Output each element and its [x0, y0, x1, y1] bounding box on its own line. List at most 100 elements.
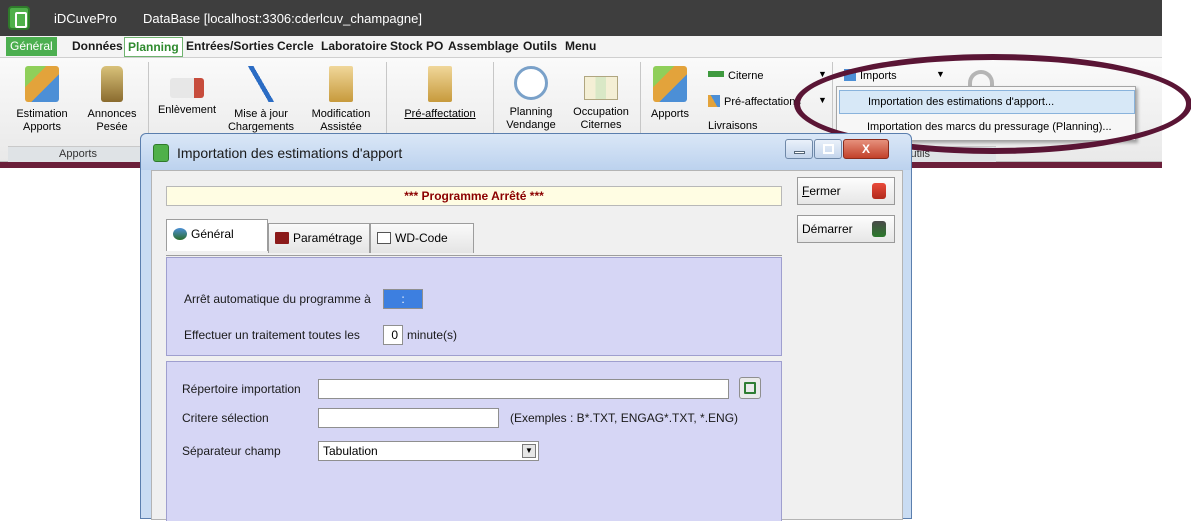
demarrer-label: Démarrer	[802, 222, 853, 236]
dialog-title: Importation des estimations d'apport	[177, 145, 403, 161]
occupation-citernes-label: Occupation Citernes	[573, 106, 629, 131]
menu-entrees-sorties[interactable]: Entrées/Sorties	[186, 39, 274, 53]
annonces-pesee-button[interactable]: Annonces Pesée	[77, 66, 147, 134]
tab-parametrage-label: Paramétrage	[293, 231, 363, 245]
separateur-label: Séparateur champ	[182, 444, 281, 458]
traffic-light-icon	[872, 221, 886, 237]
browse-folder-button[interactable]	[739, 377, 761, 399]
planning-vendange-button[interactable]: Planning Vendange	[496, 66, 566, 132]
mise-a-jour-button[interactable]: Mise à jour Chargements	[226, 66, 296, 134]
film-icon	[275, 232, 289, 244]
traitement-minutes-input[interactable]: 0	[383, 325, 403, 345]
modification-assistee-button[interactable]: Modification Assistée	[306, 66, 376, 134]
pencil-icon	[708, 95, 720, 107]
pen-icon	[244, 66, 278, 102]
arret-label: Arrêt automatique du programme à	[184, 292, 371, 306]
pre-affectations-label: Pré-affectations	[724, 96, 801, 108]
ribbon-separator	[148, 62, 149, 142]
estimation-apports-label: Estimation Apports	[16, 108, 68, 133]
close-icon: X	[861, 142, 870, 156]
apports-button[interactable]: Apports	[640, 66, 700, 121]
folder-tree-icon	[744, 382, 756, 394]
separateur-value: Tabulation	[323, 444, 378, 458]
chevron-down-icon[interactable]: ▼	[522, 444, 536, 458]
enlevement-label: Enlèvement	[157, 104, 217, 116]
boxes-icon	[25, 66, 59, 102]
citerne-label: Citerne	[728, 70, 764, 82]
critere-label: Critere sélection	[182, 411, 269, 425]
app-titlebar: iDCuvePro DataBase [localhost:3306:cderl…	[0, 0, 1162, 36]
edit-icon	[377, 232, 391, 244]
pre-affectation-button[interactable]: Pré-affectation	[398, 66, 482, 121]
map-icon	[584, 76, 618, 100]
planning-vendange-label: Planning Vendange	[506, 106, 556, 131]
repertoire-label: Répertoire importation	[182, 382, 301, 396]
arret-time-input[interactable]: :	[383, 289, 423, 309]
dialog-body: *** Programme Arrêté *** Fermer Démarrer…	[151, 170, 903, 521]
app-name: iDCuvePro	[54, 11, 117, 26]
maximize-icon	[823, 144, 834, 154]
user-icon	[173, 228, 187, 240]
critere-input[interactable]	[318, 408, 499, 428]
livraisons-label: Livraisons	[708, 120, 758, 130]
schedule-panel: Arrêt automatique du programme à : Effec…	[166, 257, 782, 356]
dialog-titlebar: Importation des estimations d'apport X	[141, 134, 911, 170]
ribbon-separator	[493, 62, 494, 142]
truck-icon	[170, 78, 204, 98]
menu-donnees[interactable]: Données	[72, 39, 123, 53]
menu-general[interactable]: Général	[6, 37, 57, 56]
pencil-document-icon	[428, 66, 452, 102]
weight-icon	[101, 66, 123, 102]
repertoire-input[interactable]	[318, 379, 729, 399]
status-banner: *** Programme Arrêté ***	[166, 186, 782, 206]
tab-wd-code[interactable]: WD-Code	[370, 223, 474, 253]
tab-wd-code-label: WD-Code	[395, 231, 448, 245]
app-logo-icon	[153, 144, 169, 162]
maximize-button[interactable]	[814, 139, 842, 159]
livraisons-button[interactable]: Livraisons	[708, 120, 758, 130]
close-button[interactable]: X	[843, 139, 889, 159]
estimation-apports-button[interactable]: Estimation Apports	[7, 66, 77, 134]
tab-general[interactable]: Général	[166, 219, 268, 251]
traitement-label: Effectuer un traitement toutes les	[184, 328, 360, 342]
annonces-pesee-label: Annonces Pesée	[87, 108, 137, 133]
demarrer-button[interactable]: Démarrer	[797, 215, 895, 243]
menu-laboratoire[interactable]: Laboratoire	[321, 39, 387, 53]
fermer-button[interactable]: Fermer	[797, 177, 895, 205]
ribbon-separator	[386, 62, 387, 142]
app-logo-icon	[8, 6, 30, 30]
import-settings-panel: Répertoire importation Critere sélection…	[166, 361, 782, 521]
running-man-icon	[872, 183, 886, 199]
minimize-button[interactable]	[785, 139, 813, 159]
menu-assemblage[interactable]: Assemblage	[448, 39, 519, 53]
menu-menu[interactable]: Menu	[565, 39, 596, 53]
enlevement-button[interactable]: Enlèvement	[152, 66, 222, 117]
separateur-select[interactable]: Tabulation ▼	[318, 441, 539, 461]
menu-cercle[interactable]: Cercle	[277, 39, 314, 53]
pre-affectation-label: Pré-affectation	[404, 108, 476, 120]
citerne-icon	[708, 71, 724, 77]
workspace-background	[0, 168, 140, 519]
database-title: DataBase [localhost:3306:cderlcuv_champa…	[143, 11, 422, 26]
document-icon	[329, 66, 353, 102]
tab-parametrage[interactable]: Paramétrage	[268, 223, 370, 253]
import-dialog: Importation des estimations d'apport X *…	[140, 133, 912, 521]
traitement-unit: minute(s)	[407, 328, 458, 342]
mise-a-jour-label: Mise à jour Chargements	[227, 108, 295, 133]
minimize-icon	[794, 151, 805, 154]
exemples-hint: (Exemples : B*.TXT, ENGAG*.TXT, *.ENG)	[510, 411, 739, 425]
tab-strip-line	[166, 255, 782, 256]
modification-assistee-label: Modification Assistée	[311, 108, 371, 133]
clock-icon	[514, 66, 548, 100]
boxes-icon	[653, 66, 687, 102]
pre-affectations-button[interactable]: Pré-affectations	[708, 95, 801, 108]
group-apports: Apports	[8, 146, 148, 162]
fermer-label: ermer	[809, 184, 841, 198]
menu-outils[interactable]: Outils	[523, 39, 557, 53]
occupation-citernes-button[interactable]: Occupation Citernes	[566, 66, 636, 132]
menu-stock-po[interactable]: Stock PO	[390, 39, 443, 53]
tab-general-label: Général	[191, 227, 234, 241]
menu-planning[interactable]: Planning	[124, 37, 183, 57]
apports-label: Apports	[651, 108, 689, 120]
citerne-button[interactable]: Citerne	[708, 70, 763, 82]
